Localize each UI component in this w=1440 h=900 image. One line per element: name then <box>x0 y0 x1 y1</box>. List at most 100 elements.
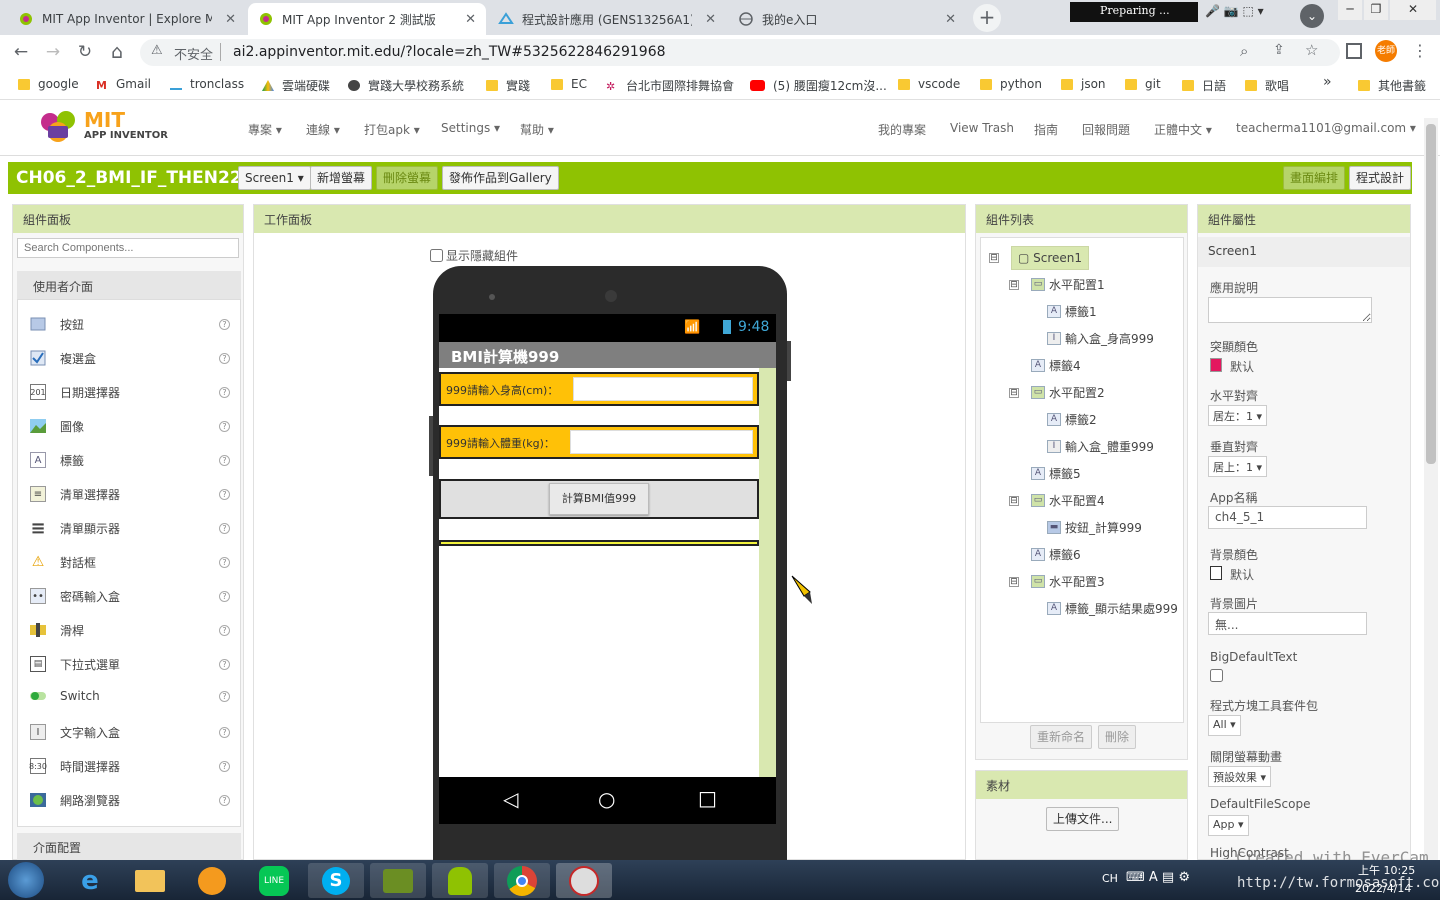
palette-item-switch[interactable]: Switch? <box>30 686 230 706</box>
menu-my-projects[interactable]: 我的專案 <box>878 121 926 138</box>
blocks-button[interactable]: 程式設計 <box>1349 166 1412 190</box>
tab-e-portal[interactable]: 我的e入口 ✕ <box>728 3 966 35</box>
palette-item-slider[interactable]: 滑桿? <box>30 620 230 640</box>
tab-close-icon[interactable]: ✕ <box>945 12 956 27</box>
palette-item-button[interactable]: 按鈕? <box>30 314 230 334</box>
share-icon[interactable]: ⇪ <box>1273 42 1285 58</box>
window-close-button[interactable]: ✕ <box>1390 0 1436 20</box>
close-animation-select[interactable]: 預設效果 ▾ <box>1208 766 1272 787</box>
menu-guide[interactable]: 指南 <box>1034 121 1058 138</box>
add-screen-button[interactable]: 新增螢幕 <box>310 166 373 190</box>
menu-build[interactable]: 打包apk ▾ <box>364 121 420 138</box>
palette-item-password[interactable]: •• 密碼輸入盒? <box>30 586 230 606</box>
tab-close-icon[interactable]: ✕ <box>705 12 716 27</box>
start-button-icon[interactable] <box>8 862 44 898</box>
tree-node-ha1[interactable]: ⊟ ▭ 水平配置1 <box>1009 276 1105 293</box>
android-emulator-icon[interactable] <box>370 863 426 898</box>
screen-select[interactable]: Screen1 ▾ <box>238 166 311 190</box>
designer-button[interactable]: 畫面編排 <box>1283 166 1346 190</box>
bookmark-star-icon[interactable]: ☆ <box>1305 41 1318 59</box>
back-icon[interactable]: ← <box>10 41 32 63</box>
collapse-icon[interactable]: ⊟ <box>1009 495 1019 506</box>
calculate-bmi-button[interactable]: 計算BMI值999 <box>549 483 649 515</box>
bookmark-youtube[interactable]: (5) 腰圍瘦12cm沒... <box>750 77 887 94</box>
accent-color-swatch[interactable] <box>1210 358 1222 372</box>
collapse-icon[interactable]: ⊟ <box>1009 576 1019 587</box>
bookmark-drive[interactable]: 雲端硬碟 <box>262 77 330 94</box>
bookmark-japanese[interactable]: 日語 <box>1182 77 1226 94</box>
big-default-text-checkbox[interactable] <box>1210 669 1223 682</box>
menu-report-issue[interactable]: 回報問題 <box>1082 121 1130 138</box>
menu-connect[interactable]: 連線 ▾ <box>306 121 340 138</box>
profile-avatar[interactable]: 老師 <box>1375 40 1397 62</box>
help-icon[interactable]: ? <box>219 690 230 702</box>
palette-item-timepicker[interactable]: 8:30 時間選擇器? <box>29 756 230 776</box>
evercam-icon[interactable] <box>556 863 612 898</box>
background-color-swatch[interactable] <box>1210 566 1222 580</box>
menu-language[interactable]: 正體中文 ▾ <box>1154 121 1212 138</box>
bookmark-shijian[interactable]: 實踐 <box>486 77 530 94</box>
chrome-icon[interactable] <box>494 863 550 898</box>
weight-input[interactable] <box>570 430 753 454</box>
tree-node-label1[interactable]: A 標籤1 <box>1047 303 1097 320</box>
tree-node-label-result[interactable]: A 標籤_顯示結果處999 <box>1047 600 1178 617</box>
palette-item-listview[interactable]: ≡ 清單顯示器? <box>30 518 230 539</box>
nav-back-icon[interactable]: ◁ <box>503 787 518 811</box>
palette-item-webviewer[interactable]: 網路瀏覽器? <box>30 790 230 810</box>
restore-button[interactable]: ❐ <box>1364 0 1388 20</box>
tab-close-icon[interactable]: ✕ <box>465 12 476 27</box>
default-file-scope-select[interactable]: App ▾ <box>1208 815 1249 836</box>
nav-recent-icon[interactable]: □ <box>698 786 717 810</box>
horizontal-arrangement-3[interactable] <box>439 540 759 546</box>
scrollbar-thumb[interactable] <box>1426 124 1436 464</box>
horizontal-arrangement-4[interactable]: 計算BMI值999 <box>439 479 759 519</box>
home-icon[interactable]: ⌂ <box>106 41 128 63</box>
line-app-icon[interactable]: LINE <box>246 863 302 898</box>
tab-course[interactable]: 程式設計應用 (GENS13256A1) ✕ <box>488 3 726 35</box>
collapse-icon[interactable]: ⊟ <box>1009 387 1019 398</box>
vpn-icon[interactable] <box>184 863 240 898</box>
tree-node-label4[interactable]: A 標籤4 <box>1031 357 1081 374</box>
bookmark-singing[interactable]: 歌唱 <box>1245 77 1289 94</box>
help-icon[interactable]: ? <box>219 522 230 534</box>
tree-node-label6[interactable]: A 標籤6 <box>1031 546 1081 563</box>
palette-item-spinner[interactable]: ▤ 下拉式選單? <box>30 654 230 674</box>
component-search-input[interactable] <box>17 238 239 258</box>
help-icon[interactable]: ? <box>219 420 230 432</box>
help-icon[interactable]: ? <box>219 760 230 772</box>
tree-node-button-calc[interactable]: ▬ 按鈕_計算999 <box>1047 519 1142 536</box>
tree-node-screen1[interactable]: ⊟ ▢ Screen1 <box>989 246 1090 270</box>
new-tab-button[interactable]: + <box>973 4 1001 32</box>
publish-gallery-button[interactable]: 發佈作品到Gallery <box>442 166 559 190</box>
help-icon[interactable]: ? <box>219 488 230 500</box>
zoom-icon[interactable]: ⌕ <box>1240 42 1248 60</box>
palette-item-label[interactable]: A 標籤? <box>30 450 230 470</box>
tab-explore-mit[interactable]: MIT App Inventor | Explore MIT ✕ <box>8 3 246 35</box>
bookmark-google[interactable]: google <box>18 77 79 91</box>
tree-node-label5[interactable]: A 標籤5 <box>1031 465 1081 482</box>
tray-icons[interactable]: ⌨ A ▤ ⚙ <box>1126 870 1190 885</box>
palette-item-checkbox[interactable]: 複選盒? <box>30 348 230 368</box>
help-icon[interactable]: ? <box>219 726 230 738</box>
category-user-interface[interactable]: 使用者介面 <box>17 271 241 299</box>
bookmark-json[interactable]: json <box>1061 77 1106 91</box>
bookmark-dance[interactable]: ✲ 台北市國際排舞協會 <box>606 77 734 94</box>
tree-node-textbox-height[interactable]: I 輸入盒_身高999 <box>1047 330 1154 347</box>
side-panel-icon[interactable] <box>1346 43 1362 59</box>
other-bookmarks[interactable]: 其他書籤 <box>1358 77 1426 94</box>
delete-button[interactable]: 刪除 <box>1098 725 1137 749</box>
tree-node-ha4[interactable]: ⊟ ▭ 水平配置4 <box>1009 492 1105 509</box>
bookmark-vscode[interactable]: vscode <box>898 77 960 91</box>
category-layout[interactable]: 介面配置 <box>17 833 241 861</box>
tree-node-ha3[interactable]: ⊟ ▭ 水平配置3 <box>1009 573 1105 590</box>
align-vertical-select[interactable]: 居上：1 ▾ <box>1208 456 1268 477</box>
horizontal-arrangement-1[interactable]: 999請輸入身高(cm)： <box>439 372 759 406</box>
help-icon[interactable]: ? <box>219 590 230 602</box>
tab-app-inventor[interactable]: MIT App Inventor 2 測試版 ✕ <box>248 3 486 35</box>
bookmark-gmail[interactable]: M Gmail <box>96 77 151 92</box>
help-icon[interactable]: ? <box>219 658 230 670</box>
menu-help[interactable]: 幫助 ▾ <box>520 121 554 138</box>
omnibox[interactable]: ⚠ 不安全 ai2.appinventor.mit.edu/?locale=zh… <box>140 39 1340 66</box>
menu-account[interactable]: teacherma1101@gmail.com ▾ <box>1236 121 1416 135</box>
about-screen-textarea[interactable] <box>1208 297 1372 323</box>
